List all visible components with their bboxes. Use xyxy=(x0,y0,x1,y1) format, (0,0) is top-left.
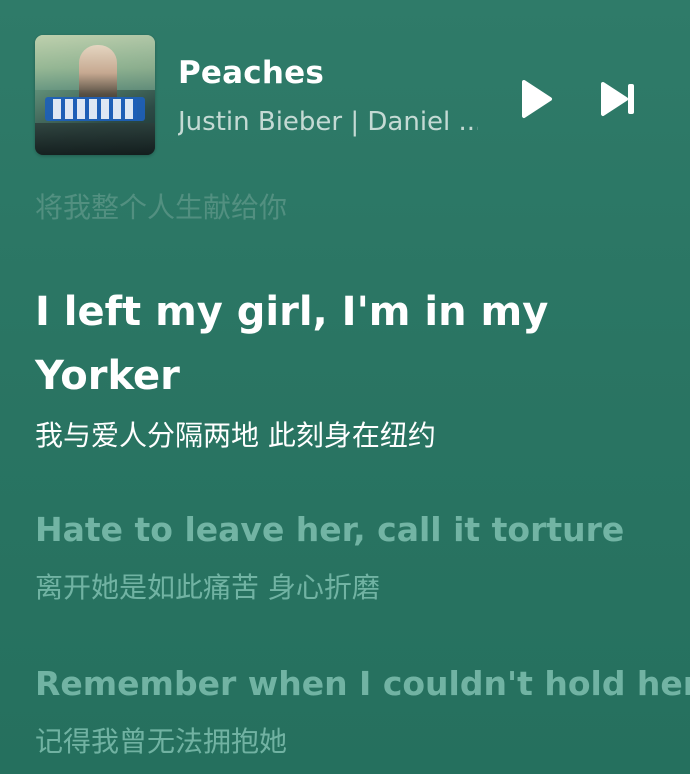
now-playing-bar: Peaches Justin Bieber | Daniel ... xyxy=(35,35,655,157)
play-icon xyxy=(522,80,552,118)
lyric-line[interactable]: Remember when I couldn't hold her xyxy=(35,664,690,703)
cover-road xyxy=(35,123,155,155)
lyric-translation[interactable]: 记得我曾无法拥抱她 xyxy=(35,720,287,760)
lyric-translation[interactable]: 离开她是如此痛苦 身心折磨 xyxy=(35,566,380,606)
lyric-line[interactable]: Hate to leave her, call it torture xyxy=(35,510,624,549)
track-artist[interactable]: Justin Bieber | Daniel ... xyxy=(178,107,478,137)
next-track-button[interactable] xyxy=(597,77,641,121)
play-button[interactable] xyxy=(515,77,559,121)
playback-controls xyxy=(515,77,655,121)
previous-translation[interactable]: 将我整个人生献给你 xyxy=(35,186,287,226)
track-title: Peaches xyxy=(178,55,324,91)
album-cover[interactable] xyxy=(35,35,155,155)
active-translation[interactable]: 我与爱人分隔两地 此刻身在纽约 xyxy=(35,414,436,454)
active-lyric-line[interactable]: I left my girl, I'm in my Yorker xyxy=(35,280,555,408)
skip-forward-icon xyxy=(601,82,634,116)
cover-logo-mark xyxy=(53,99,137,119)
